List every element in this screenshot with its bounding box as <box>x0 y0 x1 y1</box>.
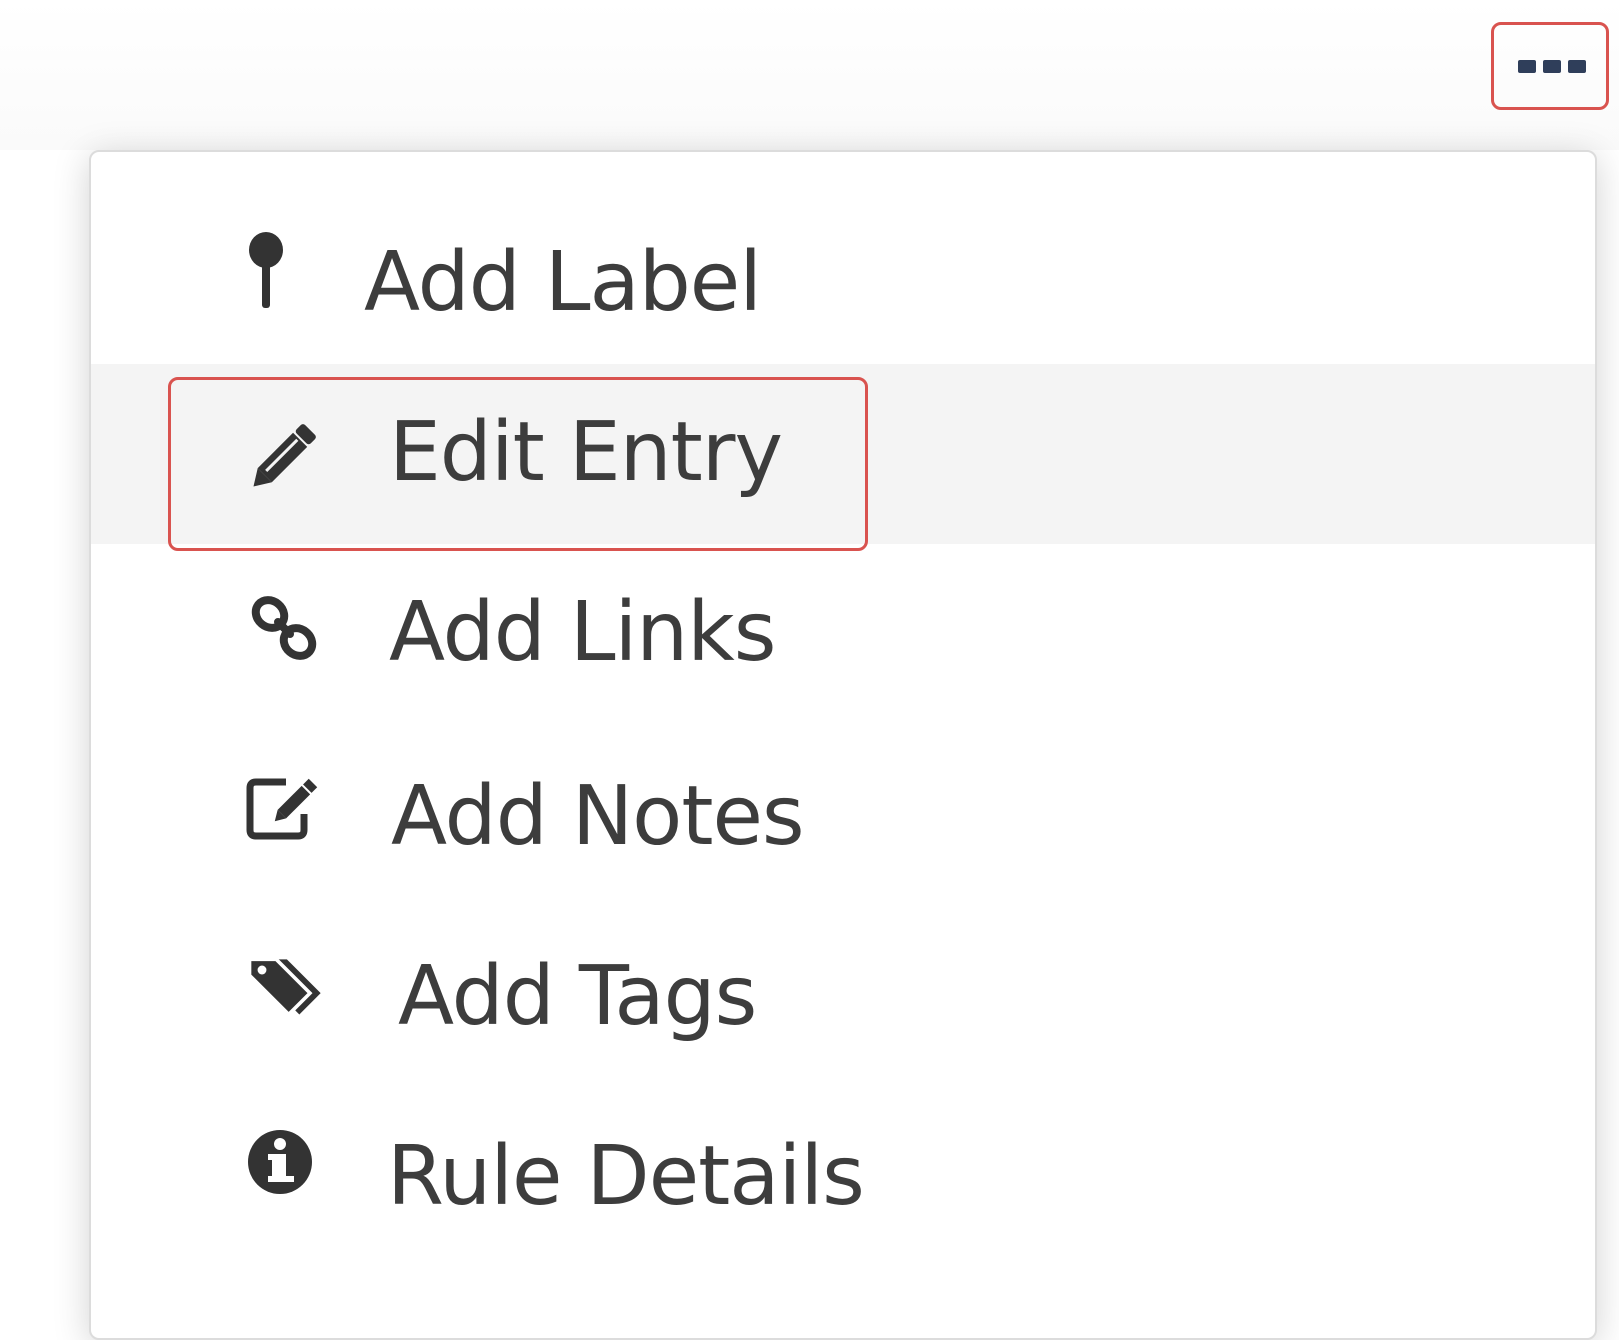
pushpin-icon <box>246 232 326 312</box>
menu-item-add-tags[interactable]: Add Tags <box>91 904 1595 1084</box>
menu-item-add-links[interactable]: Add Links <box>91 544 1595 724</box>
pencil-icon <box>246 414 326 494</box>
actions-dropdown-menu: Add Label Edit Entry Add Links Add Notes… <box>89 150 1597 1340</box>
info-circle-icon <box>246 1126 326 1206</box>
link-icon <box>246 592 326 672</box>
menu-item-rule-details[interactable]: Rule Details <box>91 1084 1595 1264</box>
more-actions-button[interactable] <box>1491 22 1609 110</box>
menu-item-label: Add Tags <box>398 949 757 1044</box>
menu-item-edit-entry[interactable]: Edit Entry <box>91 364 1595 544</box>
menu-item-label: Add Label <box>364 235 762 330</box>
tags-icon <box>246 946 326 1026</box>
menu-item-label: Add Notes <box>391 769 805 864</box>
menu-item-label: Add Links <box>389 585 776 680</box>
menu-item-label: Edit Entry <box>389 405 783 500</box>
menu-item-add-notes[interactable]: Add Notes <box>91 724 1595 904</box>
edit-note-icon <box>246 768 326 848</box>
top-strip <box>0 0 1619 150</box>
menu-item-label: Rule Details <box>387 1129 865 1224</box>
menu-item-add-label[interactable]: Add Label <box>91 192 1595 372</box>
ellipsis-icon <box>1518 60 1586 73</box>
